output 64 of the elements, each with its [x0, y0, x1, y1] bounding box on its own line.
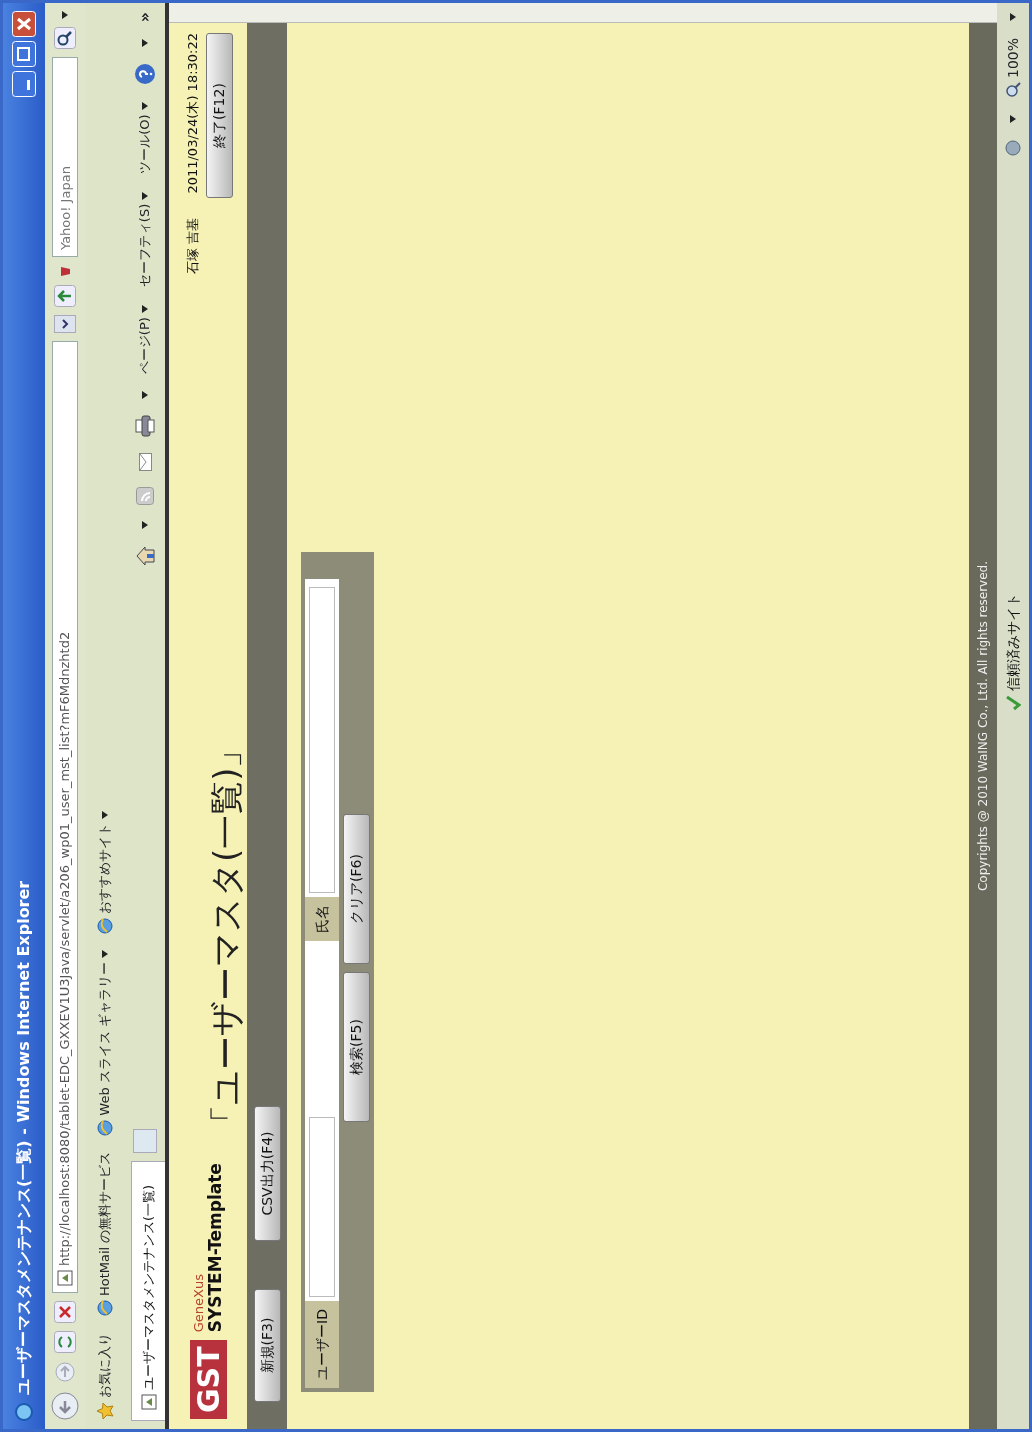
field-label: ユーザーID [305, 1301, 339, 1388]
search-field[interactable]: Yahoo! Japan [52, 57, 78, 257]
home-icon[interactable] [135, 545, 155, 568]
caret-icon[interactable] [142, 102, 148, 111]
globe-icon [97, 1119, 113, 1136]
caret-icon[interactable] [142, 305, 148, 314]
favorite-link[interactable]: Web スライス ギャラリー [95, 950, 115, 1136]
caret-icon[interactable] [62, 11, 68, 19]
page-icon [140, 1394, 157, 1410]
dropdown-icon[interactable] [54, 315, 76, 333]
feed-icon[interactable] [136, 487, 154, 506]
printer-icon[interactable] [135, 415, 155, 438]
stop-icon[interactable] [54, 1301, 76, 1323]
refresh-icon[interactable] [54, 1331, 76, 1353]
zoom-icon [1005, 82, 1021, 99]
caret-icon[interactable] [142, 39, 148, 48]
command-menu[interactable]: ページ(P) [134, 304, 156, 376]
star-icon [96, 1402, 114, 1420]
page-heading: 「ユーザーマスタ(一覧)」 [206, 733, 247, 1140]
logo: GST [189, 1340, 227, 1419]
user-name: 石塚 吉基 [183, 217, 201, 274]
form-button[interactable]: 検索(F5) [343, 972, 370, 1122]
toolbar-button[interactable]: 新規(F3) [253, 1289, 281, 1402]
product-name: GeneXus [191, 1273, 206, 1333]
globe-icon [97, 918, 113, 934]
form-button[interactable]: クリア(F6) [343, 814, 370, 964]
maximize-icon[interactable] [12, 41, 36, 67]
overflow-button[interactable]: » [132, 11, 158, 24]
page-icon [57, 1270, 73, 1286]
back-icon[interactable] [50, 1391, 80, 1421]
globe-icon [97, 1300, 113, 1316]
help-icon[interactable] [134, 63, 156, 86]
command-menu[interactable]: セーフティ(S) [134, 190, 156, 289]
mail-icon[interactable] [137, 453, 153, 472]
input-field[interactable] [309, 587, 335, 894]
input-field[interactable] [309, 1117, 335, 1298]
address-field[interactable]: http://localhost:8080/tablet-EDC_GXXEV1U3Java/servlet/a206_wp01_user_mst_list?mF6Mdnzhtd2 [52, 341, 78, 1293]
favorite-link[interactable]: おすすめサイト [95, 811, 115, 934]
caret-icon[interactable] [1010, 115, 1016, 124]
caret-icon[interactable] [142, 521, 148, 530]
zoom-button[interactable]: 100% [1001, 37, 1025, 100]
security-zone: 信頼済みサイト [1003, 593, 1022, 692]
scrollbar[interactable] [169, 3, 997, 23]
template-name: SYSTEM-Template [205, 1163, 225, 1333]
minimize-icon[interactable] [12, 71, 36, 97]
caret-icon[interactable] [142, 191, 148, 200]
date-time: 2011/03/24(木) 18:30:22 [183, 33, 201, 194]
toolbar-button[interactable]: CSV出力(F4) [253, 1106, 281, 1241]
window-title: ユーザーマスタメンテナンス(一覧) - Windows Internet Explorer [13, 880, 34, 1395]
command-menu[interactable]: ツール(O) [134, 101, 156, 175]
favorites-button[interactable]: お気に入り [94, 1332, 116, 1421]
search-icon[interactable] [54, 27, 76, 49]
caret-icon[interactable] [142, 391, 148, 400]
browser-logo-icon [15, 1403, 33, 1421]
copyright-text: Copyrights @ 2010 WaING Co., Ltd. All rights reserved. [975, 561, 991, 891]
caret-icon[interactable] [102, 811, 108, 819]
caret-icon[interactable] [102, 950, 108, 958]
check-icon [1005, 695, 1021, 712]
favorite-link[interactable]: HotMail の無料サービス [95, 1151, 115, 1316]
exit-button[interactable]: 終了(F12) [206, 33, 234, 198]
browser-tab[interactable]: ユーザーマスタメンテナンス(一覧) [131, 1161, 165, 1421]
caret-icon[interactable] [1010, 13, 1016, 21]
field-label: 氏名 [305, 897, 339, 942]
close-icon[interactable] [12, 11, 36, 37]
